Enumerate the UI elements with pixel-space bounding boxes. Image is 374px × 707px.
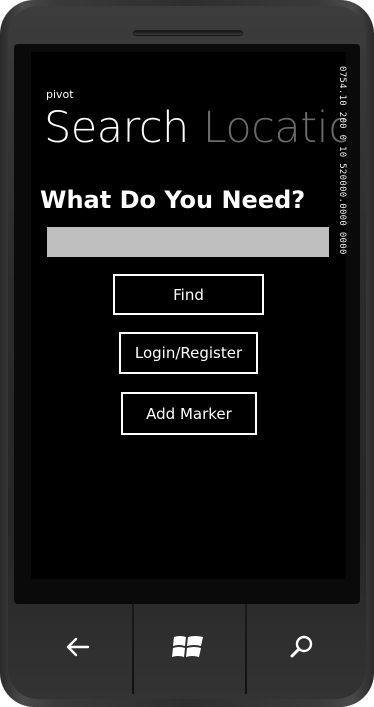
windows-logo-icon (171, 632, 205, 667)
nav-divider (245, 604, 247, 694)
search-input[interactable] (47, 227, 329, 257)
frame-rate-counter: 0754.10 200 0 10 520000.0000 0000 (335, 66, 349, 316)
hardware-nav-bar (14, 604, 360, 694)
back-arrow-icon (65, 636, 91, 663)
start-button[interactable] (138, 614, 238, 684)
login-register-button[interactable]: Login/Register (119, 332, 258, 374)
find-button[interactable]: Find (113, 274, 264, 315)
phone-device: pivot Search Locatio What Do You Need? Fi… (0, 0, 374, 707)
phone-screen: pivot Search Locatio What Do You Need? Fi… (31, 52, 346, 579)
back-button[interactable] (28, 614, 128, 684)
pivot-headers: Search Locatio (44, 107, 346, 150)
nav-divider (132, 604, 134, 694)
frame-rate-counter-text: 0754.10 200 0 10 520000.0000 0000 (337, 66, 347, 255)
search-icon (289, 634, 315, 665)
pivot-header-location[interactable]: Locatio (203, 103, 346, 153)
pivot-title: pivot (46, 88, 74, 101)
pivot-header-search[interactable]: Search (44, 103, 189, 153)
search-hardware-button[interactable] (252, 614, 352, 684)
add-marker-button[interactable]: Add Marker (121, 392, 257, 435)
search-prompt-heading: What Do You Need? (40, 186, 306, 214)
earpiece-speaker (133, 30, 243, 36)
